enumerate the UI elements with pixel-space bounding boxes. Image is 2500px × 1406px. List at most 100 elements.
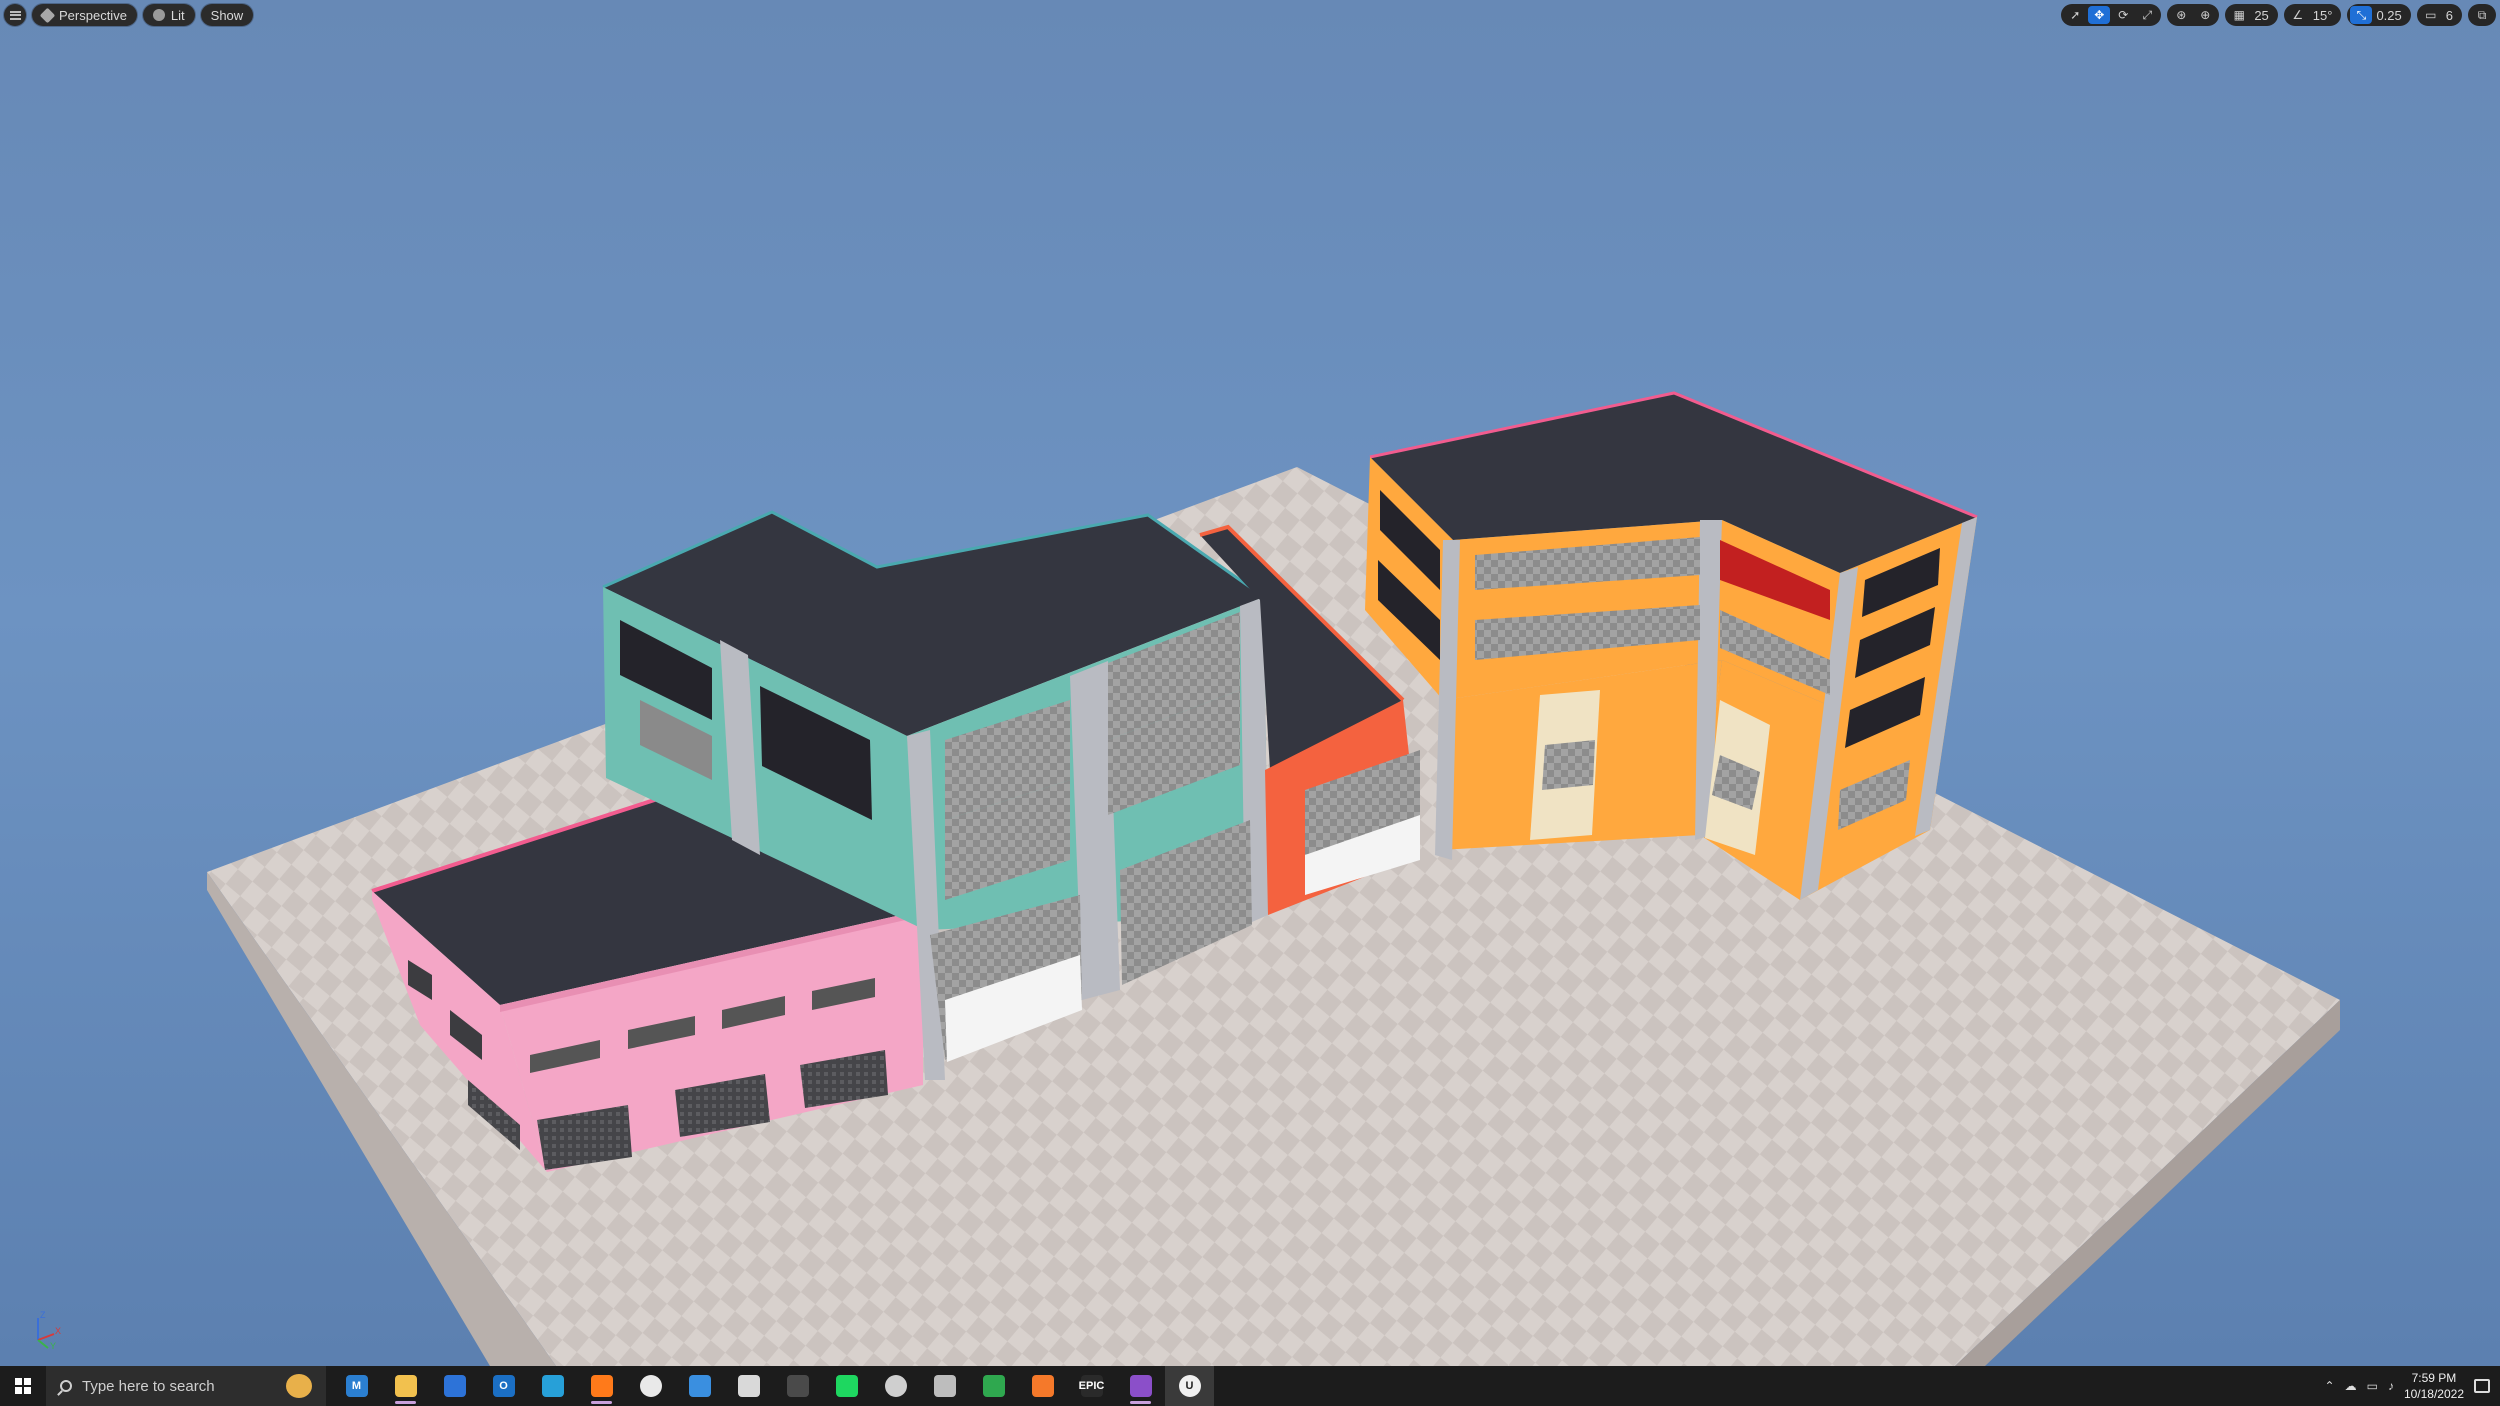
- camera-speed-toggle[interactable]: ▭: [2420, 6, 2442, 24]
- rotation-snap-toggle[interactable]: ∠: [2287, 6, 2309, 24]
- taskbar-app-epic-games[interactable]: EPIC: [1067, 1366, 1116, 1406]
- taskbar-app-photos[interactable]: [675, 1366, 724, 1406]
- scale-snap-control[interactable]: ⤡ 0.25: [2347, 4, 2411, 26]
- axis-gizmo: Z X Y: [37, 1310, 61, 1350]
- taskbar-app-cube-app[interactable]: [528, 1366, 577, 1406]
- rotate-tool-button[interactable]: ⟳: [2112, 6, 2134, 24]
- taskbar-app-blender[interactable]: [1018, 1366, 1067, 1406]
- camera-icon: ▭: [2425, 8, 2437, 22]
- scale-tool-button[interactable]: ⤢: [2136, 6, 2158, 24]
- view-mode-button[interactable]: Perspective: [32, 4, 137, 26]
- clock-date: 10/18/2022: [2403, 1387, 2464, 1401]
- unreal-engine-icon: U: [1178, 1375, 1201, 1397]
- taskbar-app-mail-m[interactable]: M: [332, 1366, 381, 1406]
- github-icon: [884, 1375, 907, 1397]
- slack-icon: [639, 1375, 662, 1397]
- taskbar-app-spotify[interactable]: [822, 1366, 871, 1406]
- camera-speed-value[interactable]: 6: [2444, 8, 2459, 23]
- surface-snap-button[interactable]: ⊕: [2194, 6, 2216, 24]
- translate-tool-button[interactable]: ✥: [2088, 6, 2111, 24]
- maximize-viewport-button[interactable]: ⧉: [2471, 6, 2493, 24]
- mail-m-icon: M: [345, 1375, 368, 1397]
- file-explorer-icon: [394, 1375, 417, 1397]
- unity-hub-icon: [933, 1375, 956, 1397]
- clock-time: 7:59 PM: [2411, 1371, 2457, 1385]
- blender-icon: [1031, 1375, 1054, 1397]
- grid-snap-toggle[interactable]: ▦: [2228, 6, 2250, 24]
- viewport-menu-button[interactable]: [4, 4, 26, 26]
- show-menu-button[interactable]: Show: [200, 4, 254, 26]
- taskbar-app-slack[interactable]: [626, 1366, 675, 1406]
- lighting-mode-button[interactable]: Lit: [142, 4, 195, 26]
- show-menu-label: Show: [210, 7, 244, 23]
- orange-building[interactable]: [1365, 391, 1978, 900]
- paint-icon: [737, 1375, 760, 1397]
- network-icon[interactable]: ▭: [2367, 1379, 2378, 1393]
- taskbar-app-unity-hub[interactable]: [920, 1366, 969, 1406]
- world-local-button[interactable]: ⊛: [2170, 6, 2192, 24]
- grid-icon: ▦: [2233, 8, 2245, 22]
- cloud-icon[interactable]: ☁: [2345, 1379, 2357, 1393]
- cube-app-icon: [541, 1375, 564, 1397]
- photos-icon: [688, 1375, 711, 1397]
- view-mode-label: Perspective: [59, 7, 127, 23]
- taskbar-app-github[interactable]: [871, 1366, 920, 1406]
- lit-sphere-icon: [152, 9, 165, 21]
- coordinate-tools: ⊛ ⊕: [2167, 4, 2220, 26]
- axis-z-label: Z: [40, 1310, 46, 1320]
- maximize-viewport-control[interactable]: ⧉: [2468, 4, 2496, 26]
- angle-icon: ∠: [2292, 8, 2304, 22]
- taskbar-app-visual-studio[interactable]: [1116, 1366, 1165, 1406]
- visual-studio-icon: [1129, 1375, 1152, 1397]
- scale-snap-toggle[interactable]: ⤡: [2350, 6, 2373, 24]
- editor-viewport[interactable]: Perspective Lit Show ➚ ✥ ⟳ ⤢ ⊛ ⊕ ▦ 25 ∠ …: [0, 0, 2500, 1366]
- scale-snap-value[interactable]: 0.25: [2374, 8, 2407, 23]
- axis-x-label: X: [55, 1326, 61, 1336]
- taskbar-app-file-explorer[interactable]: [381, 1366, 430, 1406]
- davinci-icon: [786, 1375, 809, 1397]
- cursor-icon: ➚: [2070, 8, 2081, 22]
- taskbar-app-paint[interactable]: [724, 1366, 773, 1406]
- camera-speed-control[interactable]: ▭ 6: [2416, 4, 2462, 26]
- scale-snap-icon: ⤡: [2356, 7, 2367, 22]
- volume-icon[interactable]: ♪: [2388, 1379, 2394, 1393]
- start-button[interactable]: [0, 1366, 46, 1406]
- perspective-cube-icon: [39, 7, 56, 23]
- select-tool-button[interactable]: ➚: [2064, 6, 2086, 24]
- 3d-scene[interactable]: [0, 0, 2500, 1366]
- greenshot-icon: [982, 1375, 1005, 1397]
- taskbar-app-outlook[interactable]: O: [479, 1366, 528, 1406]
- spotify-icon: [835, 1375, 858, 1397]
- grid-snap-value[interactable]: 25: [2252, 8, 2274, 23]
- clock[interactable]: 7:59 PM 10/18/2022: [2404, 1370, 2464, 1402]
- chevron-up-icon[interactable]: ⌃: [2325, 1379, 2335, 1393]
- taskbar-search[interactable]: Type here to search: [46, 1366, 326, 1406]
- rotation-snap-value[interactable]: 15°: [2311, 8, 2339, 23]
- taskbar-app-davinci[interactable]: [773, 1366, 822, 1406]
- outlook-icon: O: [492, 1375, 515, 1397]
- taskbar-app-greenshot[interactable]: [969, 1366, 1018, 1406]
- taskbar-app-firefox[interactable]: [577, 1366, 626, 1406]
- rotate-icon: ⟳: [2118, 8, 2129, 22]
- windows-logo-icon: [15, 1378, 31, 1394]
- hamburger-icon: [9, 10, 21, 20]
- epic-games-icon: EPIC: [1079, 1375, 1104, 1397]
- axis-y-label: Y: [50, 1341, 56, 1350]
- taskbar-app-unreal-engine[interactable]: U: [1165, 1366, 1214, 1406]
- transform-tools: ➚ ✥ ⟳ ⤢: [2061, 4, 2162, 26]
- system-tray: ⌃ ☁ ▭ ♪ 7:59 PM 10/18/2022: [2325, 1370, 2500, 1402]
- maximize-icon: ⧉: [2477, 7, 2487, 22]
- surface-snap-icon: ⊕: [2200, 8, 2211, 22]
- firefox-icon: [590, 1375, 613, 1397]
- pinned-apps: M O EPIC U: [332, 1366, 1214, 1406]
- globe-icon: ⊛: [2176, 8, 2187, 22]
- search-highlight-icon: [286, 1374, 312, 1398]
- move-arrows-icon: ✥: [2094, 8, 2105, 22]
- notification-icon[interactable]: [2474, 1379, 2490, 1393]
- lighting-mode-label: Lit: [170, 7, 185, 23]
- taskbar-app-shield[interactable]: [430, 1366, 479, 1406]
- windows-taskbar: Type here to search M O EPIC U ⌃ ☁ ▭ ♪ 7:59…: [0, 1366, 2500, 1406]
- shield-icon: [443, 1375, 466, 1397]
- grid-snap-control[interactable]: ▦ 25: [2225, 4, 2278, 26]
- rotation-snap-control[interactable]: ∠ 15°: [2283, 4, 2342, 26]
